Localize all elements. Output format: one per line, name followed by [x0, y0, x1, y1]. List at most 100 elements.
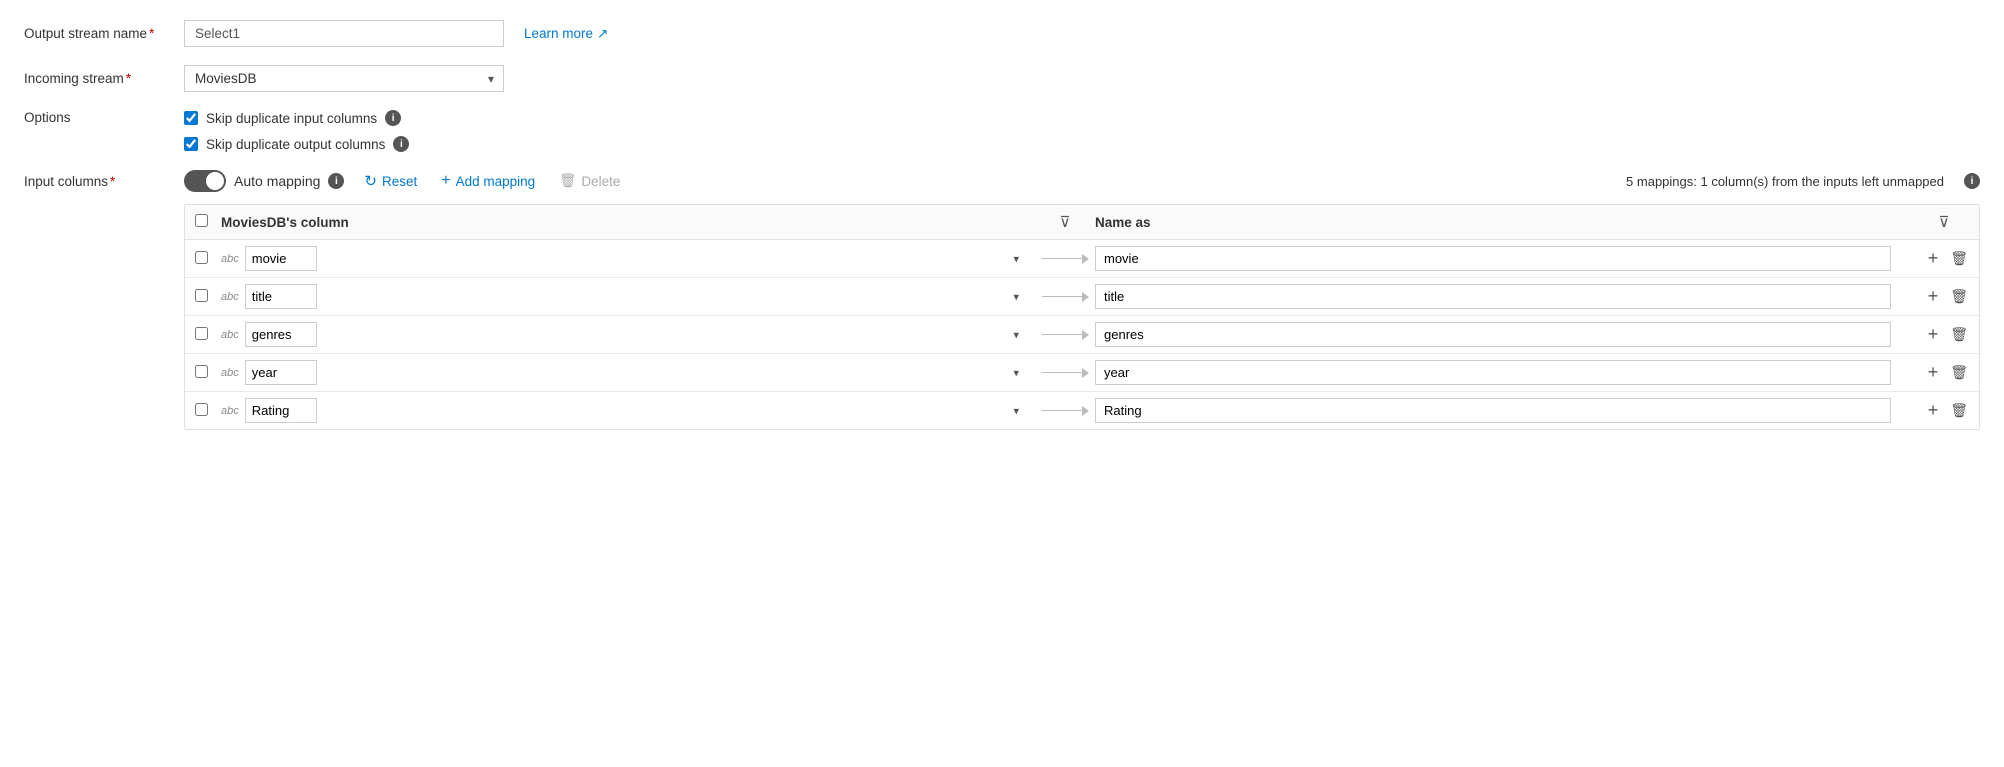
- table-row: abc movietitlegenresyearRating + 🗑: [185, 354, 1979, 392]
- row-checkbox[interactable]: [195, 251, 208, 264]
- auto-mapping-toggle-wrapper: Auto mapping i: [184, 170, 344, 192]
- header-checkbox-cell: [185, 214, 221, 230]
- row-checkbox-cell: [185, 251, 221, 267]
- add-row-button[interactable]: +: [1925, 284, 1942, 309]
- skip-duplicate-input-checkbox[interactable]: [184, 111, 198, 125]
- arrow-cell: [1035, 368, 1095, 378]
- arrow-shaft2: [1072, 296, 1082, 297]
- add-icon: +: [441, 172, 450, 190]
- arrow-shaft: [1042, 258, 1072, 259]
- arrow-head: [1082, 254, 1089, 264]
- output-stream-input[interactable]: [184, 20, 504, 47]
- add-row-button[interactable]: +: [1925, 360, 1942, 385]
- delete-icon: 🗑: [559, 173, 576, 189]
- dest-cell: [1095, 284, 1909, 309]
- incoming-stream-select[interactable]: MoviesDB: [184, 65, 504, 92]
- abc-badge: abc: [221, 329, 239, 341]
- arrow-shaft: [1042, 410, 1072, 411]
- external-link-icon: ↗: [597, 26, 608, 42]
- row-checkbox[interactable]: [195, 327, 208, 340]
- toolbar-row: Auto mapping i ↻ Reset + Add mapping 🗑 D…: [184, 170, 1980, 192]
- row-checkbox-cell: [185, 327, 221, 343]
- arrow-shaft2: [1072, 334, 1082, 335]
- learn-more-link[interactable]: Learn more ↗: [524, 26, 608, 42]
- dest-input[interactable]: [1095, 246, 1891, 271]
- row-actions: + 🗑: [1909, 246, 1979, 271]
- source-filter-icon[interactable]: ⊽: [1035, 213, 1095, 231]
- row-actions: + 🗑: [1909, 398, 1979, 423]
- dest-input[interactable]: [1095, 360, 1891, 385]
- add-row-button[interactable]: +: [1925, 246, 1942, 271]
- abc-badge: abc: [221, 405, 239, 417]
- table-header: MoviesDB's column ⊽ Name as ⊽: [185, 205, 1979, 240]
- source-select[interactable]: movietitlegenresyearRating: [245, 284, 317, 309]
- arrow-head: [1082, 406, 1089, 416]
- source-cell: abc movietitlegenresyearRating: [221, 322, 1035, 347]
- arrow-shaft: [1042, 296, 1072, 297]
- abc-badge: abc: [221, 367, 239, 379]
- mapping-table: MoviesDB's column ⊽ Name as ⊽ abc moviet…: [184, 204, 1980, 430]
- source-select[interactable]: movietitlegenresyearRating: [245, 246, 317, 271]
- delete-row-button[interactable]: 🗑: [1947, 324, 1971, 345]
- dest-input[interactable]: [1095, 284, 1891, 309]
- add-row-button[interactable]: +: [1925, 322, 1942, 347]
- incoming-stream-row: Incoming stream* MoviesDB: [24, 65, 1980, 92]
- options-section: Skip duplicate input columns i Skip dupl…: [184, 110, 409, 152]
- delete-button[interactable]: 🗑 Delete: [555, 171, 624, 191]
- arrow-shaft2: [1072, 372, 1082, 373]
- delete-row-button[interactable]: 🗑: [1947, 400, 1971, 421]
- arrow-cell: [1035, 292, 1095, 302]
- add-row-button[interactable]: +: [1925, 398, 1942, 423]
- output-stream-row: Output stream name* Learn more ↗: [24, 20, 1980, 47]
- source-select[interactable]: movietitlegenresyearRating: [245, 398, 317, 423]
- dest-input[interactable]: [1095, 322, 1891, 347]
- input-columns-label: Input columns*: [24, 170, 184, 189]
- arrow-cell: [1035, 254, 1095, 264]
- select-all-checkbox[interactable]: [195, 214, 208, 227]
- source-select[interactable]: movietitlegenresyearRating: [245, 360, 317, 385]
- delete-row-button[interactable]: 🗑: [1947, 362, 1971, 383]
- arrow-line: [1042, 292, 1089, 302]
- arrow-head: [1082, 292, 1089, 302]
- auto-mapping-info-icon: i: [328, 173, 344, 189]
- arrow-line: [1042, 406, 1089, 416]
- source-cell: abc movietitlegenresyearRating: [221, 246, 1035, 271]
- row-checkbox[interactable]: [195, 365, 208, 378]
- options-label: Options: [24, 110, 184, 125]
- delete-row-button[interactable]: 🗑: [1947, 248, 1971, 269]
- source-cell: abc movietitlegenresyearRating: [221, 284, 1035, 309]
- dest-filter-icon[interactable]: ⊽: [1909, 213, 1979, 231]
- input-columns-row: Input columns* Auto mapping i ↻ Reset + …: [24, 170, 1980, 430]
- arrow-shaft: [1042, 372, 1072, 373]
- skip-duplicate-input-row: Skip duplicate input columns i: [184, 110, 409, 126]
- arrow-head: [1082, 330, 1089, 340]
- dest-cell: [1095, 360, 1909, 385]
- arrow-head: [1082, 368, 1089, 378]
- source-select-container: movietitlegenresyearRating: [245, 322, 1025, 347]
- row-checkbox[interactable]: [195, 289, 208, 302]
- source-column-header: MoviesDB's column: [221, 215, 1035, 230]
- auto-mapping-toggle[interactable]: [184, 170, 226, 192]
- arrow-shaft: [1042, 334, 1072, 335]
- delete-row-button[interactable]: 🗑: [1947, 286, 1971, 307]
- row-checkbox[interactable]: [195, 403, 208, 416]
- dest-column-header: Name as: [1095, 215, 1909, 230]
- table-row: abc movietitlegenresyearRating + 🗑: [185, 316, 1979, 354]
- mapping-count-info-icon: i: [1964, 173, 1980, 189]
- source-select[interactable]: movietitlegenresyearRating: [245, 322, 317, 347]
- dest-input[interactable]: [1095, 398, 1891, 423]
- table-row: abc movietitlegenresyearRating + 🗑: [185, 240, 1979, 278]
- skip-duplicate-output-checkbox[interactable]: [184, 137, 198, 151]
- skip-duplicate-output-info-icon: i: [393, 136, 409, 152]
- mapping-count: 5 mappings: 1 column(s) from the inputs …: [1626, 174, 1944, 189]
- incoming-stream-select-wrapper: MoviesDB: [184, 65, 504, 92]
- skip-duplicate-input-info-icon: i: [385, 110, 401, 126]
- incoming-stream-label: Incoming stream*: [24, 71, 184, 86]
- source-cell: abc movietitlegenresyearRating: [221, 360, 1035, 385]
- row-checkbox-cell: [185, 289, 221, 305]
- reset-button[interactable]: ↻ Reset: [360, 170, 421, 192]
- add-mapping-button[interactable]: + Add mapping: [437, 170, 539, 192]
- row-actions: + 🗑: [1909, 322, 1979, 347]
- dest-cell: [1095, 246, 1909, 271]
- reset-icon: ↻: [364, 172, 377, 190]
